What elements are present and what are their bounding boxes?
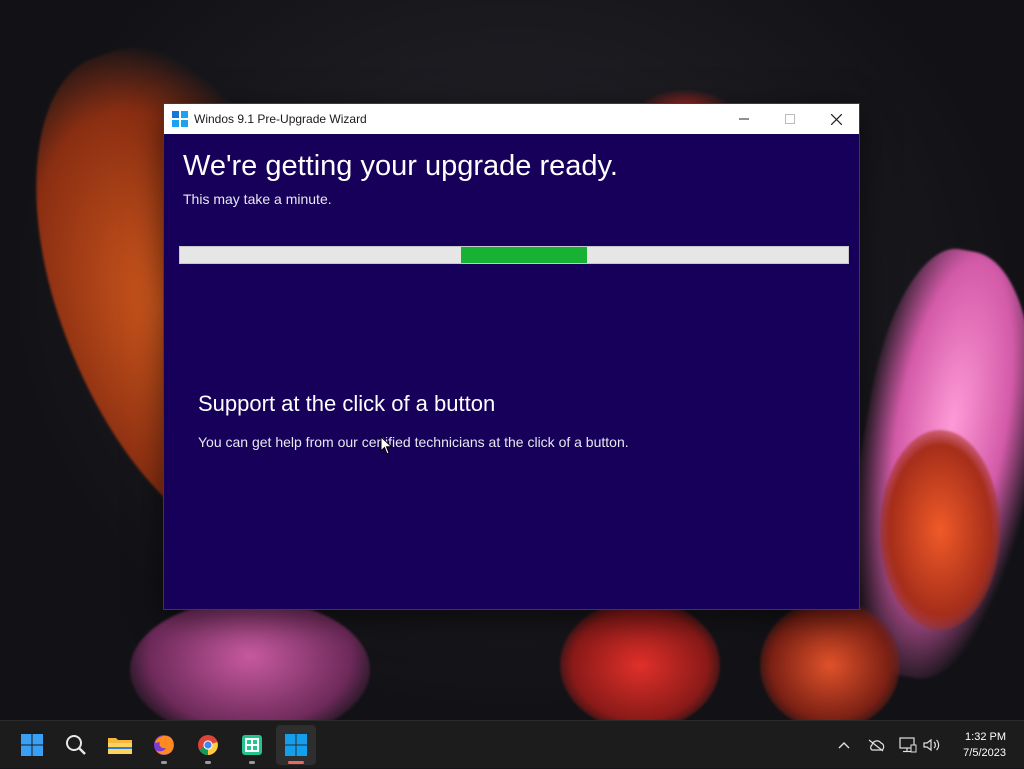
chrome-icon [198,735,218,756]
taskbar: 1:32 PM 7/5/2023 [0,720,1024,768]
progress-bar-fill [460,247,588,263]
active-indicator [288,761,304,764]
minimize-icon [739,118,749,120]
start-button[interactable] [12,725,52,765]
wallpaper-shape [560,600,720,720]
minimize-button[interactable] [721,104,767,134]
page-title: We're getting your upgrade ready. [183,150,618,182]
window-controls [721,104,859,134]
search-button[interactable] [56,725,96,765]
volume-icon [923,738,940,752]
clock-date: 7/5/2023 [963,747,1006,759]
show-hidden-icons-button[interactable] [832,721,856,769]
clock-time: 1:32 PM [965,731,1006,743]
running-indicator [205,761,211,764]
wizard-taskbar-button[interactable] [276,725,316,765]
green-app-button[interactable] [232,725,272,765]
firefox-icon [154,735,174,755]
maximize-icon [785,114,795,124]
maximize-button[interactable] [767,104,813,134]
clock-button[interactable]: 1:32 PM 7/5/2023 [963,729,1006,761]
page-subtitle: This may take a minute. [183,191,332,207]
firefox-button[interactable] [144,725,184,765]
progress-bar [179,246,849,264]
running-indicator [249,761,255,764]
wallpaper-shape [760,600,900,720]
upgrade-wizard-window: Windos 9.1 Pre-Upgrade Wizard We're gett… [163,103,860,610]
folder-icon [108,738,132,754]
volume-button[interactable] [920,721,944,769]
close-icon [830,113,842,125]
windows-logo-icon [172,111,188,127]
chevron-up-icon [838,742,850,749]
window-titlebar[interactable]: Windos 9.1 Pre-Upgrade Wizard [164,104,859,134]
windows-app-icon [285,734,307,756]
support-description: You can get help from our certified tech… [198,434,629,450]
close-button[interactable] [813,104,859,134]
window-title: Windos 9.1 Pre-Upgrade Wizard [194,112,367,126]
support-heading: Support at the click of a button [198,391,496,416]
running-indicator [161,761,167,764]
display-icon [899,737,917,753]
wallpaper-shape [130,600,370,720]
wallpaper-shape [880,430,1000,630]
display-button[interactable] [896,721,920,769]
network-off-icon [868,739,885,752]
file-explorer-button[interactable] [100,725,140,765]
green-app-icon [242,735,262,755]
search-icon [66,735,86,755]
chrome-button[interactable] [188,725,228,765]
network-status-button[interactable] [864,721,888,769]
windows-start-icon [21,734,43,756]
